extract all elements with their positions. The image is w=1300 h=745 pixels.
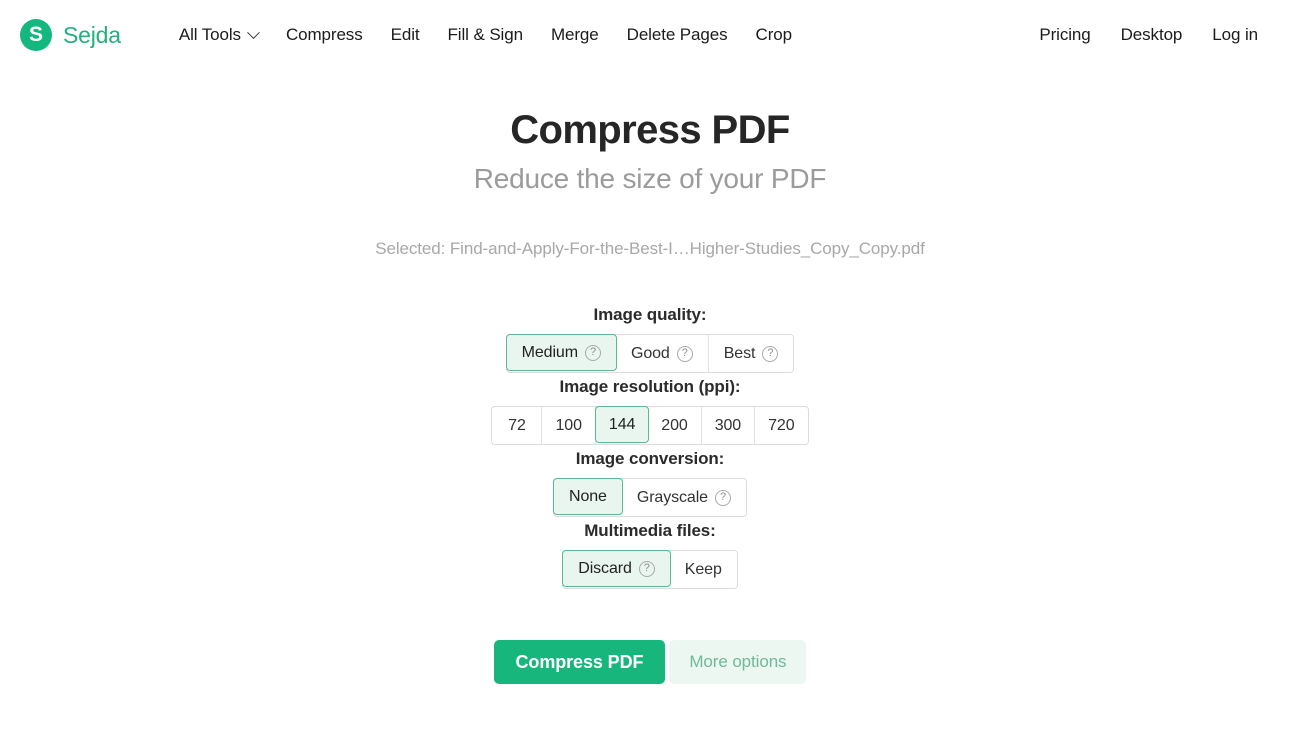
- option-multimedia-files-discard[interactable]: Discard?: [562, 550, 671, 587]
- sejda-brand-name: Sejda: [63, 21, 121, 48]
- help-icon-glyph: ?: [767, 346, 774, 359]
- segmented-control-multimedia-files: Discard? Keep: [562, 550, 738, 589]
- option-image-quality-medium[interactable]: Medium?: [505, 334, 617, 371]
- option-image-quality-good[interactable]: Good?: [615, 335, 709, 372]
- option-image-conversion-none[interactable]: None: [553, 478, 623, 515]
- nav-item-edit[interactable]: Edit: [377, 19, 434, 51]
- nav-item-all-tools-label: All Tools: [178, 25, 241, 44]
- nav-item-fill-and-sign[interactable]: Fill & Sign: [434, 19, 537, 51]
- option-image-resolution-144[interactable]: 144: [594, 406, 650, 443]
- nav-item-pricing[interactable]: Pricing: [1024, 19, 1105, 51]
- option-label-text: Discard: [578, 559, 632, 577]
- help-icon[interactable]: ?: [584, 344, 601, 361]
- option-label-text: 300: [714, 416, 742, 434]
- secondary-navigation: Pricing Desktop Log in: [1024, 19, 1258, 51]
- nav-item-delete-pages[interactable]: Delete Pages: [613, 19, 742, 51]
- help-icon-glyph: ?: [719, 490, 726, 503]
- help-icon[interactable]: ?: [714, 489, 731, 506]
- option-label-text: None: [569, 487, 607, 505]
- help-icon-glyph: ?: [643, 561, 650, 574]
- sejda-logo-link[interactable]: S Sejda: [20, 19, 121, 51]
- option-group-image-resolution: Image resolution (ppi): 72 100 144 200 300 720: [491, 377, 809, 445]
- help-icon[interactable]: ?: [676, 345, 693, 362]
- page-title: Compress PDF: [510, 108, 790, 152]
- option-label-text: Grayscale: [636, 488, 708, 506]
- option-image-quality-best[interactable]: Best?: [708, 335, 794, 372]
- option-image-resolution-300[interactable]: 300: [701, 407, 756, 444]
- chevron-down-icon: [247, 25, 260, 39]
- option-label-image-resolution: Image resolution (ppi):: [559, 377, 741, 396]
- segmented-control-image-quality: Medium? Good? Best?: [505, 334, 795, 373]
- primary-navigation: All Tools Compress Edit Fill & Sign Merg…: [165, 19, 806, 51]
- compression-options: Image quality: Medium? Good? Best? Image res…: [0, 305, 1300, 593]
- option-label-multimedia-files: Multimedia files:: [584, 521, 716, 540]
- option-multimedia-files-keep[interactable]: Keep: [669, 551, 737, 588]
- help-icon[interactable]: ?: [638, 560, 655, 577]
- nav-item-compress[interactable]: Compress: [272, 19, 377, 51]
- main-content: Compress PDF Reduce the size of your PDF…: [0, 70, 1300, 684]
- more-options-button[interactable]: More options: [669, 640, 807, 684]
- sejda-logo-letter: S: [28, 23, 43, 46]
- option-label-text: Keep: [684, 560, 722, 578]
- option-image-resolution-72[interactable]: 72: [492, 407, 543, 444]
- option-image-resolution-100[interactable]: 100: [542, 407, 596, 444]
- nav-item-crop[interactable]: Crop: [742, 19, 806, 51]
- help-icon-glyph: ?: [681, 346, 688, 359]
- option-image-conversion-grayscale[interactable]: Grayscale?: [621, 479, 746, 516]
- help-icon[interactable]: ?: [762, 345, 779, 362]
- option-image-resolution-720[interactable]: 720: [755, 407, 808, 444]
- nav-item-desktop[interactable]: Desktop: [1106, 19, 1198, 51]
- action-bar: Compress PDF More options: [0, 640, 1300, 684]
- option-label-text: Best: [723, 344, 756, 362]
- option-label-text: Medium: [521, 343, 578, 361]
- option-group-image-conversion: Image conversion: None Grayscale?: [553, 449, 747, 517]
- option-label-text: 720: [768, 416, 795, 434]
- nav-item-log-in[interactable]: Log in: [1197, 19, 1258, 51]
- segmented-control-image-conversion: None Grayscale?: [553, 478, 747, 517]
- nav-item-merge[interactable]: Merge: [537, 19, 613, 51]
- option-label-text: 200: [661, 416, 688, 434]
- page-subtitle: Reduce the size of your PDF: [473, 163, 827, 194]
- option-group-image-quality: Image quality: Medium? Good? Best?: [505, 305, 795, 373]
- nav-item-all-tools[interactable]: All Tools: [165, 19, 272, 51]
- option-label-text: 72: [508, 416, 526, 434]
- option-group-multimedia-files: Multimedia files: Discard? Keep: [562, 521, 738, 589]
- option-image-resolution-200[interactable]: 200: [648, 407, 702, 444]
- selected-file-label: Selected: Find-and-Apply-For-the-Best-I……: [375, 239, 925, 258]
- option-label-image-quality: Image quality:: [593, 305, 707, 324]
- option-label-text: Good: [630, 344, 670, 362]
- help-icon-glyph: ?: [589, 345, 596, 358]
- sejda-logo-icon: S: [20, 19, 52, 51]
- option-label-text: 100: [555, 416, 582, 434]
- option-label-text: 144: [608, 415, 636, 433]
- compress-pdf-button[interactable]: Compress PDF: [493, 640, 666, 684]
- segmented-control-image-resolution: 72 100 144 200 300 720: [491, 406, 809, 445]
- option-label-image-conversion: Image conversion:: [575, 449, 725, 468]
- site-header: S Sejda All Tools Compress Edit Fill & S…: [0, 0, 1300, 70]
